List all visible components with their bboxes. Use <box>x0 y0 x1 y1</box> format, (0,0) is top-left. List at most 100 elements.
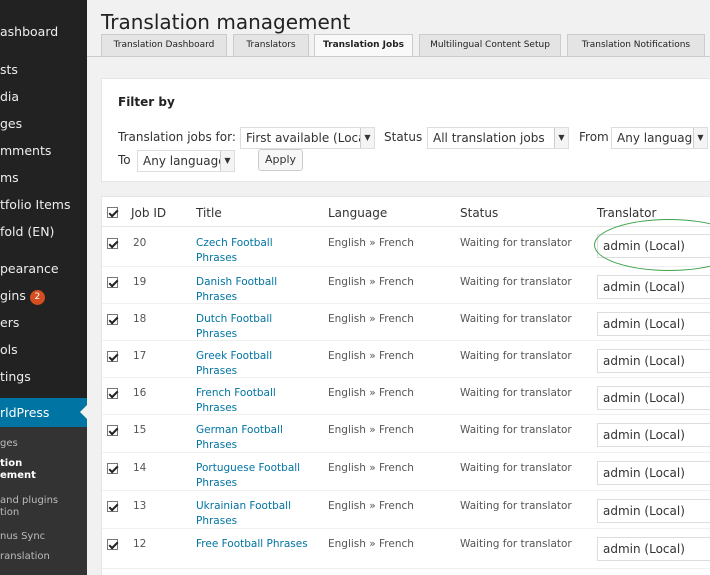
tab-translators[interactable]: Translators <box>233 34 309 56</box>
select-value: admin (Local) <box>603 280 685 294</box>
row-checkbox[interactable] <box>107 277 118 288</box>
job-status: Waiting for translator <box>460 237 572 249</box>
row-checkbox[interactable] <box>107 425 118 436</box>
translator-select[interactable]: admin (Local) <box>597 461 710 485</box>
job-language: English » French <box>328 276 414 288</box>
table-row: 18 Dutch Football Phrases English » French… <box>102 304 710 341</box>
job-language: English » French <box>328 387 414 399</box>
translator-select[interactable]: admin (Local) <box>597 423 710 447</box>
row-checkbox[interactable] <box>107 238 118 249</box>
translator-select[interactable]: admin (Local) <box>597 537 710 561</box>
chevron-down-icon: ▼ <box>360 128 374 148</box>
menu-media[interactable]: dia <box>0 83 87 110</box>
to-label: To <box>118 153 131 167</box>
menu-users[interactable]: ers <box>0 309 87 336</box>
translator-select[interactable]: admin (Local) <box>597 312 710 336</box>
menu-label: tfolio Items <box>0 197 71 212</box>
tab-translation-notifications[interactable]: Translation Notifications <box>567 34 705 56</box>
menu-label: dia <box>0 89 20 104</box>
jobs-for-select[interactable]: First available (Local) ▼ <box>240 127 375 149</box>
job-id: 20 <box>133 237 147 249</box>
job-title-link[interactable]: Dutch Football Phrases <box>196 312 316 342</box>
wpml-submenu: ges tion ement and plugins tion nus Sync… <box>0 427 87 575</box>
menu-plugins[interactable]: gins 2 <box>0 282 87 309</box>
column-job-id[interactable]: Job ID <box>131 206 166 220</box>
jobs-for-label: Translation jobs for: <box>118 130 236 144</box>
job-language: English » French <box>328 350 414 362</box>
job-title-link[interactable]: Free Football Phrases <box>196 537 316 552</box>
translator-select[interactable]: admin (Local) <box>597 349 710 373</box>
translator-select[interactable]: admin (Local) <box>597 275 710 299</box>
menu-comments[interactable]: mments <box>0 137 87 164</box>
update-count-badge: 2 <box>29 290 45 305</box>
translator-select[interactable]: admin (Local) <box>597 499 710 523</box>
menu-dashboard[interactable]: ashboard <box>0 18 87 45</box>
translator-select[interactable]: admin (Local) <box>597 386 710 410</box>
row-checkbox[interactable] <box>107 501 118 512</box>
menu-settings[interactable]: tings <box>0 363 87 390</box>
submenu-languages[interactable]: ges <box>0 438 87 450</box>
status-select[interactable]: All translation jobs ▼ <box>427 127 569 149</box>
select-value: admin (Local) <box>603 504 685 518</box>
job-title-link[interactable]: French Football Phrases <box>196 386 316 416</box>
column-translator: Translator <box>597 206 657 220</box>
job-title-link[interactable]: German Football Phrases <box>196 423 316 453</box>
menu-portfolio-items[interactable]: tfolio Items <box>0 191 87 218</box>
job-language: English » French <box>328 313 414 325</box>
status-label: Status <box>384 130 423 144</box>
select-value: admin (Local) <box>603 391 685 405</box>
tab-multilingual-content-setup[interactable]: Multilingual Content Setup <box>419 34 561 56</box>
select-all-checkbox[interactable] <box>107 207 118 218</box>
row-checkbox[interactable] <box>107 539 118 550</box>
table-row: 16 French Football Phrases English » Frenc… <box>102 378 710 415</box>
job-title-link[interactable]: Ukrainian Football Phrases <box>196 499 316 529</box>
submenu-translation-management[interactable]: tion ement <box>0 458 87 482</box>
job-id: 17 <box>133 350 147 362</box>
menu-label: ols <box>0 342 18 357</box>
submenu-theme-plugins-localization[interactable]: and plugins tion <box>0 495 87 519</box>
table-header: Job ID Title Language Status Translator <box>102 197 710 227</box>
to-language-select[interactable]: Any language ▼ <box>137 150 235 172</box>
row-checkbox[interactable] <box>107 463 118 474</box>
tab-translation-dashboard[interactable]: Translation Dashboard <box>101 34 227 56</box>
job-title-link[interactable]: Danish Football Phrases <box>196 275 316 305</box>
job-language: English » French <box>328 500 414 512</box>
table-row: 17 Greek Football Phrases English » French… <box>102 341 710 378</box>
job-status: Waiting for translator <box>460 538 572 550</box>
filter-panel: Filter by Translation jobs for: First av… <box>101 78 710 182</box>
column-language: Language <box>328 206 388 220</box>
job-title-link[interactable]: Portuguese Football Phrases <box>196 461 316 491</box>
table-row: 19 Danish Football Phrases English » Frenc… <box>102 267 710 304</box>
job-language: English » French <box>328 237 414 249</box>
job-id: 19 <box>133 276 147 288</box>
tab-translation-jobs[interactable]: Translation Jobs <box>314 34 413 57</box>
menu-label: mments <box>0 143 52 158</box>
job-title-link[interactable]: Greek Football Phrases <box>196 349 316 379</box>
from-language-select[interactable]: Any language ▼ <box>611 127 708 149</box>
row-checkbox[interactable] <box>107 314 118 325</box>
job-status: Waiting for translator <box>460 276 572 288</box>
menu-scaffold[interactable]: fold (EN) <box>0 218 87 245</box>
job-id: 16 <box>133 387 147 399</box>
submenu-taxonomy-sync[interactable]: nus Sync <box>0 531 87 543</box>
job-language: English » French <box>328 424 414 436</box>
menu-tools[interactable]: ols <box>0 336 87 363</box>
submenu-string-translation[interactable]: ranslation <box>0 551 87 563</box>
job-title-link[interactable]: Czech Football Phrases <box>196 236 316 266</box>
row-checkbox[interactable] <box>107 388 118 399</box>
job-status: Waiting for translator <box>460 500 572 512</box>
menu-posts[interactable]: sts <box>0 56 87 83</box>
menu-appearance[interactable]: pearance <box>0 255 87 282</box>
menu-items[interactable]: ms <box>0 164 87 191</box>
menu-pages[interactable]: ges <box>0 110 87 137</box>
job-status: Waiting for translator <box>460 350 572 362</box>
column-title[interactable]: Title <box>196 206 222 220</box>
row-checkbox[interactable] <box>107 351 118 362</box>
chevron-down-icon: ▼ <box>220 151 234 171</box>
chevron-down-icon: ▼ <box>693 128 707 148</box>
menu-label: fold (EN) <box>0 224 55 239</box>
main-content: Translation management Translation Dashb… <box>87 0 710 575</box>
tab-divider <box>87 56 710 57</box>
menu-wpml[interactable]: rldPress <box>0 398 87 427</box>
apply-button[interactable]: Apply <box>258 149 303 171</box>
